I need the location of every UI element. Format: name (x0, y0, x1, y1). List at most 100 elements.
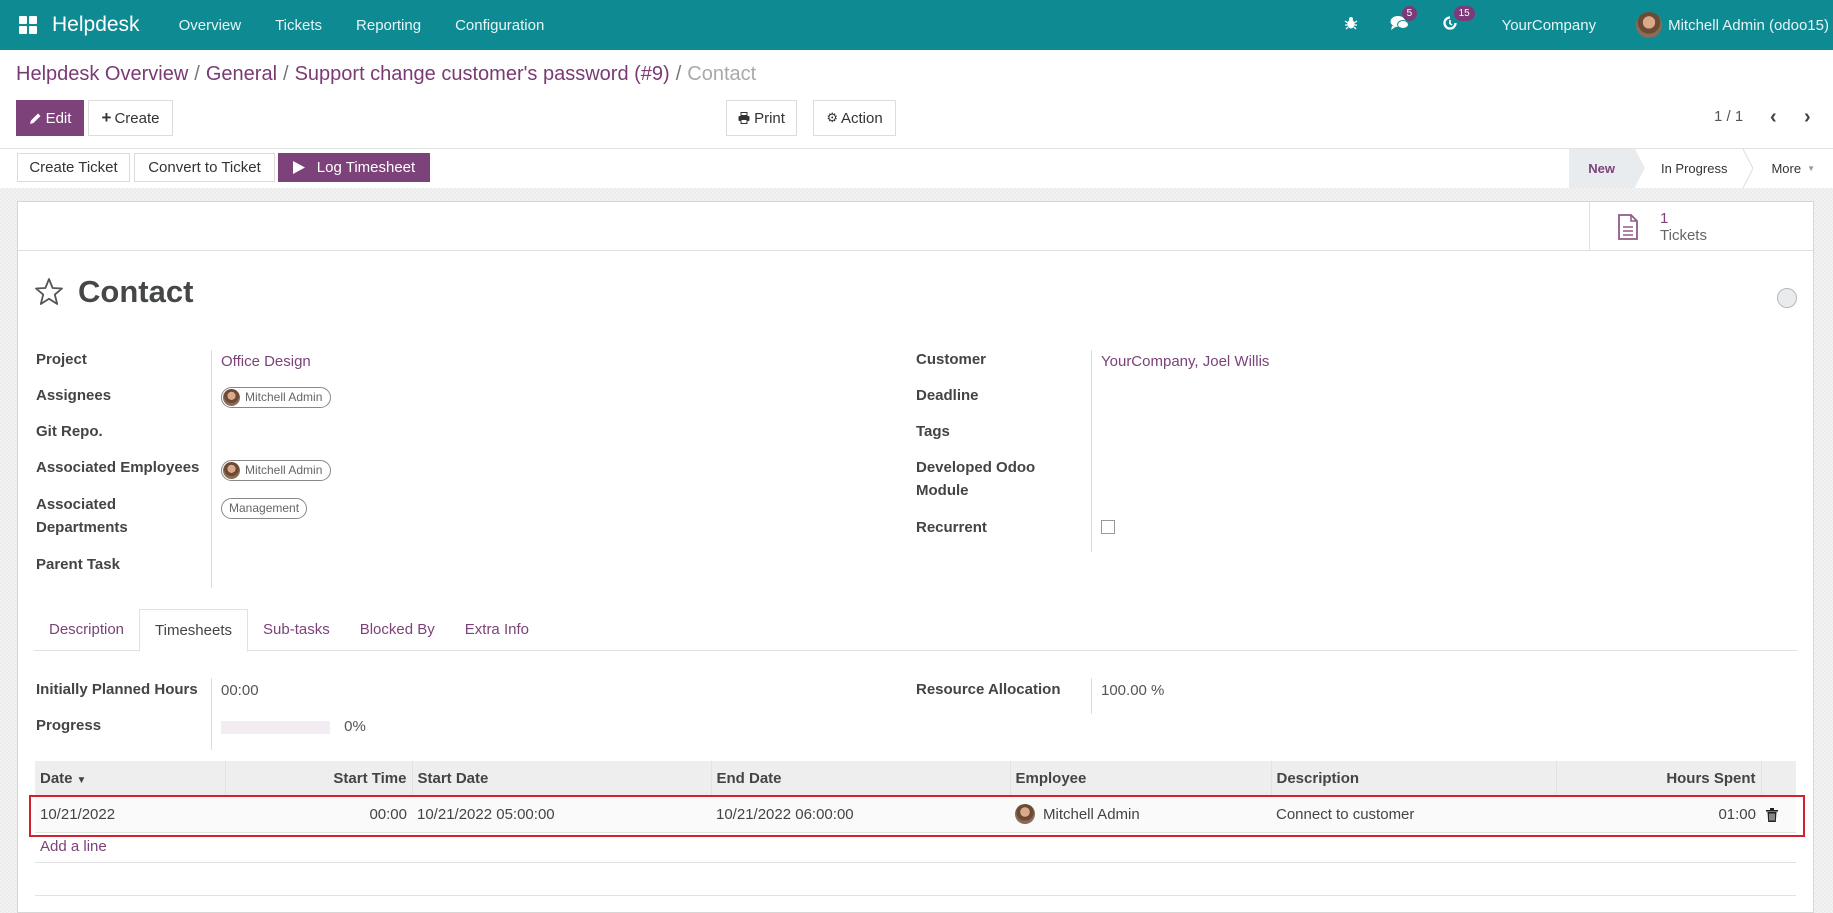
employee-tag[interactable]: Mitchell Admin (221, 460, 332, 481)
plus-icon: + (101, 108, 112, 127)
column-header-hours-spent[interactable]: Hours Spent (1555, 761, 1761, 796)
recurrent-checkbox[interactable] (1101, 520, 1115, 534)
table-header-row: Date ▼ Start Time Start Date End Date Emp… (35, 761, 1796, 796)
breadcrumb: Helpdesk Overview / General / Support change… (16, 63, 756, 86)
associated-departments-field[interactable]: Management (221, 496, 308, 519)
favorite-star-icon[interactable] (34, 277, 64, 307)
column-header-start-date[interactable]: Start Date (411, 761, 711, 796)
breadcrumb-helpdesk-overview[interactable]: Helpdesk Overview (16, 63, 188, 85)
associated-departments-label-line2: Departments (36, 519, 128, 536)
cell-end-date[interactable]: 10/21/2022 06:00:00 (711, 795, 1010, 833)
tab-sub-tasks[interactable]: Sub-tasks (248, 609, 345, 651)
cell-employee[interactable]: Mitchell Admin (1010, 795, 1271, 833)
print-label: Print (754, 109, 785, 127)
create-ticket-button[interactable]: Create Ticket (17, 153, 130, 182)
customer-value[interactable]: YourCompany, Joel Willis (1101, 350, 1269, 373)
developed-module-label-line1: Developed Odoo (916, 459, 1036, 476)
menu-overview[interactable]: Overview (179, 17, 242, 34)
column-header-employee[interactable]: Employee (1009, 761, 1271, 796)
edit-label: Edit (45, 109, 72, 127)
cell-date[interactable]: 10/21/2022 (35, 795, 225, 833)
document-icon (1618, 213, 1638, 240)
printer-icon (738, 112, 750, 124)
stage-in-progress[interactable]: In Progress (1635, 149, 1754, 188)
breadcrumb-separator: / (283, 63, 289, 85)
print-button[interactable]: Print (726, 100, 797, 136)
resource-allocation-label: Resource Allocation (916, 681, 1061, 698)
breadcrumb-separator: / (675, 63, 682, 85)
empty-row-divider (35, 895, 1796, 896)
caret-down-icon: ▼ (1807, 164, 1815, 173)
department-tag[interactable]: Management (221, 498, 308, 519)
assignees-field[interactable]: Mitchell Admin (221, 387, 332, 413)
action-button[interactable]: ⚙ Action (813, 100, 896, 136)
create-button[interactable]: + Create (88, 100, 173, 136)
tab-timesheets[interactable]: Timesheets (139, 609, 249, 652)
sort-descending-icon: ▼ (76, 774, 87, 786)
apps-menu-icon[interactable] (16, 13, 40, 37)
menu-configuration[interactable]: Configuration (455, 17, 544, 34)
log-timesheet-button[interactable]: Log Timesheet (278, 153, 430, 182)
button-box: 1 Tickets (18, 202, 1813, 251)
field-divider (1091, 678, 1092, 714)
convert-to-ticket-button[interactable]: Convert to Ticket (134, 153, 275, 182)
stage-more-label: More (1771, 161, 1802, 176)
add-a-line-link[interactable]: Add a line (40, 838, 107, 855)
pager-value: 1 / 1 (1714, 108, 1744, 125)
employee-avatar (1015, 804, 1035, 824)
column-date-label: Date (40, 769, 73, 787)
associated-employees-field[interactable]: Mitchell Admin (221, 460, 332, 486)
tab-extra-info[interactable]: Extra Info (450, 609, 544, 651)
cell-delete (1761, 795, 1796, 833)
progress-field: 0% (221, 715, 366, 738)
stage-more-dropdown[interactable]: More ▼ (1747, 149, 1833, 188)
activities-clock-icon[interactable]: 15 (1442, 6, 1475, 35)
recurrent-field (1101, 518, 1115, 541)
tab-blocked-by[interactable]: Blocked By (345, 609, 450, 651)
breadcrumb-ticket[interactable]: Support change customer's password (#9) (295, 63, 670, 85)
assignee-tag[interactable]: Mitchell Admin (221, 387, 332, 408)
app-name[interactable]: Helpdesk (52, 13, 140, 37)
action-label: Action (840, 109, 883, 127)
edit-button[interactable]: Edit (16, 100, 84, 136)
table-row[interactable]: 10/21/2022 00:00 10/21/2022 05:00:00 10/… (35, 795, 1796, 833)
cell-hours-spent[interactable]: 01:00 (1556, 795, 1761, 833)
menu-reporting[interactable]: Reporting (356, 17, 421, 34)
create-label: Create (114, 109, 160, 127)
column-header-description[interactable]: Description (1270, 761, 1556, 796)
column-header-end-date[interactable]: End Date (710, 761, 1010, 796)
debug-bug-icon[interactable] (1344, 16, 1358, 34)
tickets-smart-button[interactable]: 1 Tickets (1589, 202, 1813, 251)
project-value[interactable]: Office Design (221, 350, 311, 373)
messages-badge: 5 (1401, 6, 1418, 21)
pager-next-icon[interactable]: › (1804, 106, 1811, 129)
log-timesheet-label: Log Timesheet (316, 159, 416, 176)
cell-start-time[interactable]: 00:00 (225, 795, 412, 833)
cell-start-date[interactable]: 10/21/2022 05:00:00 (412, 795, 711, 833)
menu-tickets[interactable]: Tickets (275, 17, 322, 34)
tags-label: Tags (916, 423, 950, 440)
user-avatar (1636, 12, 1663, 38)
stage-pipeline: New In Progress More ▼ (1569, 149, 1833, 188)
breadcrumb-current: Contact (687, 63, 757, 85)
breadcrumb-general[interactable]: General (206, 63, 277, 85)
messages-icon[interactable]: 5 (1390, 6, 1418, 35)
timesheet-table: Date ▼ Start Time Start Date End Date Emp… (35, 761, 1796, 833)
breadcrumb-separator: / (194, 63, 200, 85)
activities-badge: 15 (1453, 6, 1475, 21)
stage-new[interactable]: New (1569, 149, 1645, 188)
company-switcher[interactable]: YourCompany (1502, 17, 1597, 34)
trash-icon[interactable] (1766, 807, 1778, 822)
tab-description[interactable]: Description (34, 609, 139, 651)
employee-name: Mitchell Admin (245, 463, 323, 477)
cell-description[interactable]: Connect to customer (1271, 795, 1556, 833)
column-header-start-time[interactable]: Start Time (224, 761, 412, 796)
recurrent-label: Recurrent (916, 519, 987, 536)
planned-hours-label: Initially Planned Hours (36, 681, 198, 698)
kanban-state-indicator[interactable] (1777, 288, 1797, 308)
pager-previous-icon[interactable]: ‹ (1770, 106, 1777, 129)
column-header-date[interactable]: Date ▼ (35, 761, 225, 796)
associated-departments-label-line1: Associated (36, 496, 117, 513)
developed-module-label: Developed Odoo Module (916, 456, 1035, 502)
user-menu[interactable]: Mitchell Admin (odoo15) (1636, 12, 1829, 38)
